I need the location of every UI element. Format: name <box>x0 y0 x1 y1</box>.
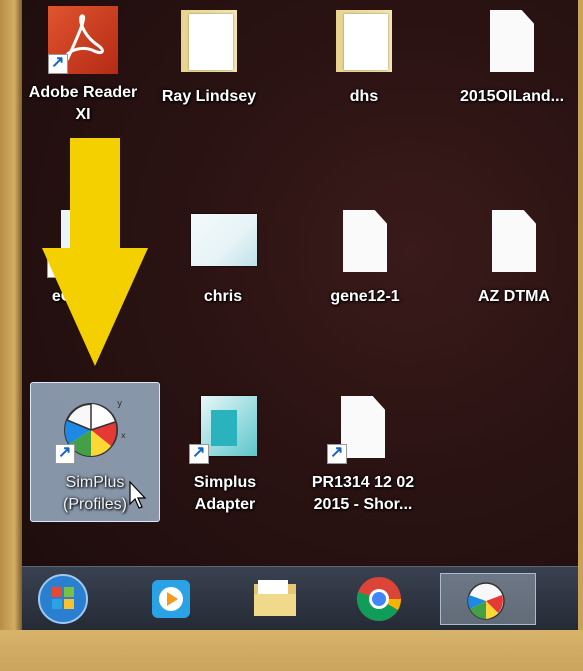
start-button[interactable] <box>32 573 94 625</box>
folder-icon <box>173 6 245 78</box>
desktop-icon-pr1314[interactable]: PR1314 12 02 2015 - Shor... <box>298 392 428 516</box>
taskbar-simplus-profiles[interactable] <box>440 573 536 625</box>
folder-icon <box>328 6 400 78</box>
chrome-icon <box>356 577 401 621</box>
desktop-icon-ray-lindsey[interactable]: Ray Lindsey <box>144 6 274 108</box>
icon-label: gene12-1 <box>330 288 400 305</box>
icon-label: dhs <box>349 88 379 105</box>
document-icon <box>327 392 399 464</box>
taskbar-media-player[interactable] <box>140 573 202 625</box>
image-thumbnail-icon <box>187 206 259 278</box>
icon-label: Simplus Adapter <box>193 474 257 513</box>
mouse-cursor-icon <box>129 480 147 509</box>
taskbar <box>22 566 578 630</box>
media-player-icon <box>152 580 190 618</box>
icon-label: Adobe Reader XI <box>28 84 138 123</box>
svg-text:y: y <box>117 399 123 409</box>
desktop-icon-simplus-adapter[interactable]: Simplus Adapter <box>160 392 290 516</box>
windows-orb-icon <box>38 574 88 624</box>
icon-label: AZ DTMA <box>478 288 550 305</box>
adobe-reader-icon <box>48 6 118 74</box>
desktop-icon-dhs[interactable]: dhs <box>299 6 429 108</box>
taskbar-file-explorer[interactable] <box>244 573 306 625</box>
simplus-profiles-icon <box>467 582 505 620</box>
folder-icon <box>254 580 296 616</box>
icon-label: Ray Lindsey <box>161 88 257 105</box>
simplus-adapter-icon <box>189 392 261 464</box>
document-icon <box>476 6 548 78</box>
monitor-bezel-bottom <box>0 630 583 671</box>
desktop-icon-2015oiland[interactable]: 2015OILand... <box>447 6 577 108</box>
simplus-profiles-icon: y x <box>55 392 135 464</box>
monitor-bezel-left <box>0 0 24 671</box>
shortcut-arrow-icon <box>55 442 75 464</box>
desktop: Adobe Reader XI Ray Lindsey dhs 2015OILa… <box>22 0 578 630</box>
desktop-icon-adobe-reader[interactable]: Adobe Reader XI <box>22 6 148 126</box>
shortcut-arrow-icon <box>327 442 347 464</box>
icon-label: 2015OILand... <box>459 88 565 105</box>
desktop-icon-gene12-1[interactable]: gene12-1 <box>300 206 430 308</box>
annotation-arrow-icon <box>42 138 148 366</box>
document-icon <box>329 206 401 278</box>
shortcut-arrow-icon <box>48 52 68 74</box>
desktop-icon-az-dtma[interactable]: AZ DTMA <box>449 206 578 308</box>
document-icon <box>478 206 550 278</box>
icon-label: PR1314 12 02 2015 - Shor... <box>311 474 415 513</box>
taskbar-chrome[interactable] <box>348 573 410 625</box>
shortcut-arrow-icon <box>189 442 209 464</box>
desktop-icon-chris[interactable]: chris <box>158 206 288 308</box>
svg-text:x: x <box>121 431 126 440</box>
icon-label: chris <box>203 288 243 305</box>
